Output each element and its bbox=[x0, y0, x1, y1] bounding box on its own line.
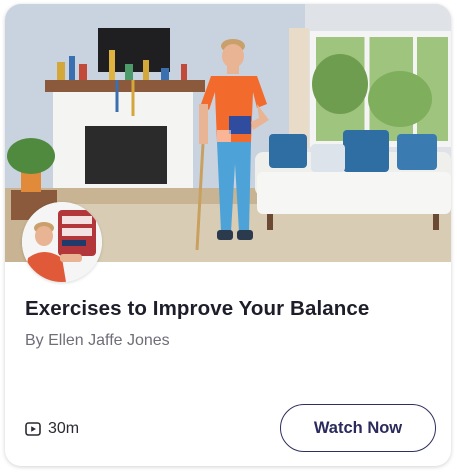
author-avatar bbox=[22, 202, 102, 282]
duration-label: 30m bbox=[48, 420, 80, 437]
course-author: By Ellen Jaffe Jones bbox=[25, 332, 170, 349]
course-title: Exercises to Improve Your Balance bbox=[25, 297, 370, 320]
course-card[interactable]: Exercises to Improve Your Balance By Ell… bbox=[5, 4, 451, 466]
course-duration: 30m bbox=[25, 420, 79, 438]
watch-now-button[interactable]: Watch Now bbox=[280, 404, 436, 452]
play-icon bbox=[25, 421, 41, 437]
